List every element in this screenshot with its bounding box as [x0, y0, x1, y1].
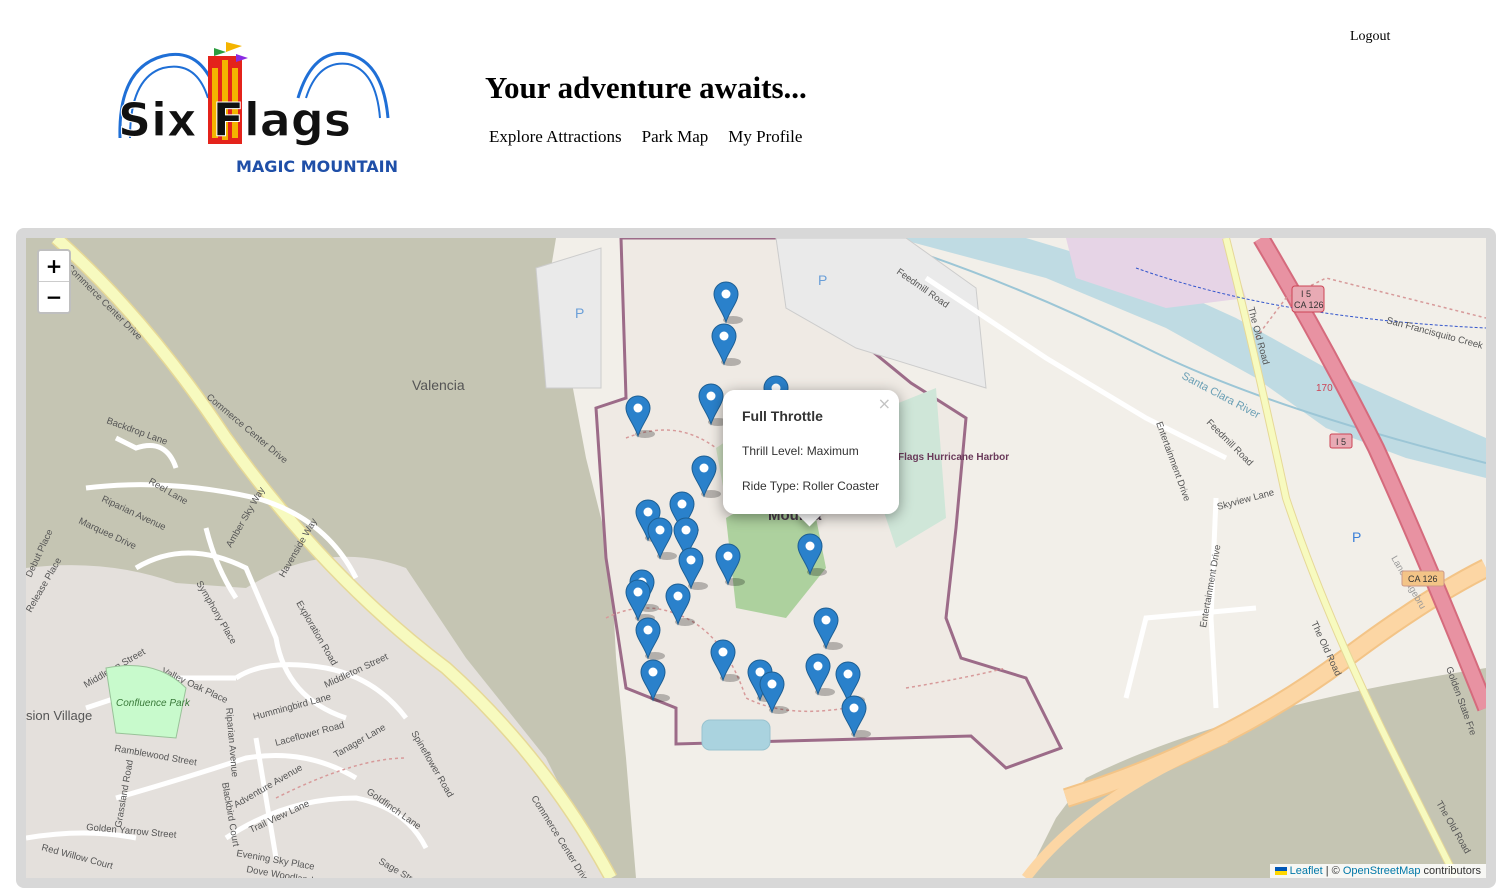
leaflet-link[interactable]: Leaflet: [1290, 865, 1323, 877]
svg-text:P: P: [818, 272, 827, 288]
six-flags-logo[interactable]: Six Flags MAGIC MOUNTAIN: [108, 38, 408, 180]
nav-explore-attractions[interactable]: Explore Attractions: [489, 127, 622, 147]
svg-text:P: P: [575, 305, 584, 321]
svg-text:Feedmill Road: Feedmill Road: [1204, 417, 1255, 468]
openstreetmap-link[interactable]: OpenStreetMap: [1343, 865, 1421, 877]
map-tiles[interactable]: Commerce Center Drive Commerce Center Dr…: [26, 238, 1486, 878]
park-map[interactable]: Commerce Center Drive Commerce Center Dr…: [26, 238, 1486, 878]
svg-text:CA 126: CA 126: [1294, 300, 1324, 310]
zoom-out-button[interactable]: −: [39, 281, 69, 312]
logout-link[interactable]: Logout: [1350, 29, 1390, 45]
attribution-separator: | ©: [1322, 865, 1343, 877]
svg-text:Entertainment Drive: Entertainment Drive: [1198, 544, 1223, 629]
popup-ride-type: Ride Type: Roller Coaster: [742, 479, 880, 493]
svg-text:Confluence Park: Confluence Park: [116, 698, 191, 709]
svg-text:MAGIC MOUNTAIN: MAGIC MOUNTAIN: [236, 157, 398, 176]
svg-text:Six Flags: Six Flags: [118, 93, 351, 147]
attraction-popup[interactable]: Full Throttle Thrill Level: Maximum Ride…: [723, 390, 899, 514]
svg-text:Santa Clara River: Santa Clara River: [1180, 370, 1263, 422]
svg-text:Valencia: Valencia: [412, 377, 465, 393]
attribution-suffix: contributors: [1420, 865, 1481, 877]
page-title: Your adventure awaits...: [485, 70, 807, 105]
svg-text:CA 126: CA 126: [1408, 574, 1438, 584]
svg-text:Skyview Lane: Skyview Lane: [1216, 487, 1275, 513]
svg-text:San Francisquito Creek Tr: San Francisquito Creek Tr: [1385, 315, 1486, 354]
svg-text:I 5: I 5: [1301, 289, 1311, 299]
zoom-control: + −: [37, 249, 71, 314]
svg-text:P: P: [1352, 529, 1361, 545]
popup-thrill-level: Thrill Level: Maximum: [742, 444, 859, 458]
ukraine-flag-icon: [1274, 867, 1287, 876]
svg-text:sion Village: sion Village: [26, 708, 92, 723]
zoom-in-button[interactable]: +: [39, 251, 69, 281]
popup-close-button[interactable]: ×: [878, 394, 891, 413]
popup-title: Full Throttle: [742, 408, 823, 424]
map-attribution: Leaflet | © OpenStreetMap contributors: [1269, 864, 1486, 878]
svg-text:I 5: I 5: [1336, 437, 1346, 447]
header: Six Flags MAGIC MOUNTAIN Your adventure …: [0, 0, 1512, 220]
nav-park-map[interactable]: Park Map: [642, 127, 709, 147]
main-nav: Explore Attractions Park Map My Profile: [489, 127, 802, 147]
svg-text:Flags Hurricane Harbor: Flags Hurricane Harbor: [898, 452, 1009, 463]
svg-text:170: 170: [1316, 383, 1333, 394]
popup-body: Full Throttle Thrill Level: Maximum Ride…: [723, 390, 899, 514]
nav-my-profile[interactable]: My Profile: [728, 127, 802, 147]
